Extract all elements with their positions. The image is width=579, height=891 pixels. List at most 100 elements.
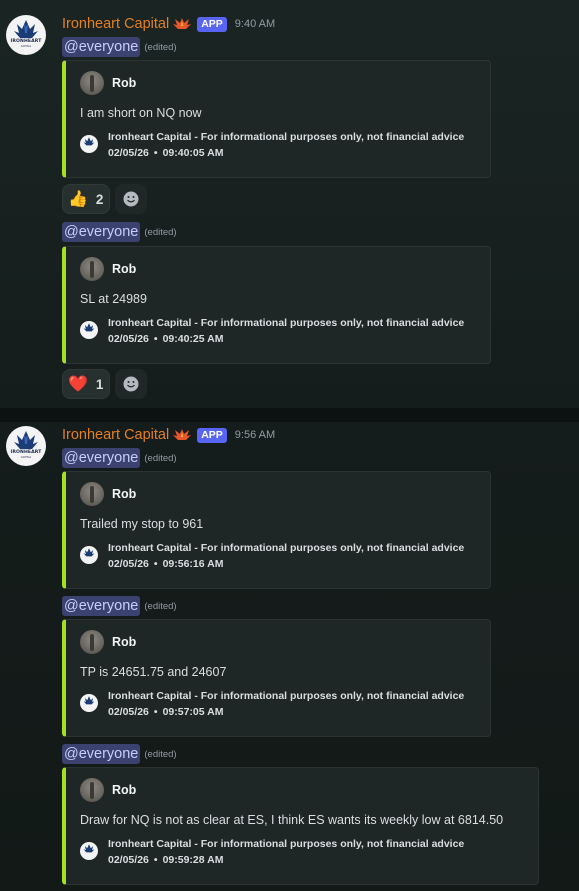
edited-label: (edited) <box>144 600 177 612</box>
message-divider <box>0 408 579 422</box>
author-name: Rob <box>112 76 137 90</box>
footer-logo-icon <box>80 842 98 860</box>
footer-dot: • <box>153 558 158 570</box>
embed-footer: Ironheart Capital - For informational pu… <box>108 540 464 572</box>
footer-text: Ironheart Capital - For informational pu… <box>108 838 465 850</box>
message: @everyone (edited) <box>62 447 177 469</box>
reaction-heart[interactable]: ❤️ 1 <box>62 369 111 399</box>
embed-description: TP is 24651.75 and 24607 <box>80 665 227 679</box>
footer-date: 02/05/26 <box>108 333 149 345</box>
smiley-icon <box>123 191 139 207</box>
footer-date: 02/05/26 <box>108 147 149 159</box>
message-header: Ironheart Capital APP 9:40 AM <box>62 13 275 35</box>
reactions-bar: ❤️ 1 <box>62 369 148 399</box>
edited-label: (edited) <box>144 452 177 464</box>
embed: Rob SL at 24989 Ironheart Capital - For … <box>62 246 491 364</box>
author-name: Rob <box>112 487 137 501</box>
embed-author: Rob <box>80 630 136 654</box>
footer-timestamp: 02/05/26 • 09:40:25 AM <box>108 331 464 347</box>
everyone-mention[interactable]: @everyone <box>62 37 141 57</box>
footer-text: Ironheart Capital - For informational pu… <box>108 690 465 702</box>
author-name: Rob <box>112 635 137 649</box>
message-timestamp[interactable]: 9:40 AM <box>235 18 275 30</box>
footer-timestamp: 02/05/26 • 09:40:05 AM <box>108 145 464 161</box>
embed-author: Rob <box>80 482 136 506</box>
app-tag: APP <box>197 16 227 32</box>
embed-footer: Ironheart Capital - For informational pu… <box>108 836 464 868</box>
message-group: IRONHEART CAPITAL Ironheart Capital APP … <box>0 423 579 891</box>
ironheart-capital-logo[interactable]: IRONHEART CAPITAL <box>6 15 46 55</box>
reaction-count: 1 <box>95 376 104 392</box>
reaction-thumbs-up[interactable]: 👍 2 <box>62 184 111 214</box>
app-name[interactable]: Ironheart Capital <box>62 427 169 443</box>
avatar-logo-text: IRONHEART <box>10 39 42 44</box>
author-avatar <box>80 257 104 281</box>
author-avatar <box>80 482 104 506</box>
footer-time: 09:40:25 AM <box>162 333 224 345</box>
footer-text: Ironheart Capital - For informational pu… <box>108 317 465 329</box>
footer-date: 02/05/26 <box>108 706 149 718</box>
edited-label: (edited) <box>144 748 177 760</box>
message: @everyone (edited) <box>62 595 177 617</box>
footer-dot: • <box>153 147 158 159</box>
everyone-mention[interactable]: @everyone <box>62 596 141 616</box>
author-avatar <box>80 630 104 654</box>
footer-logo-icon <box>80 546 98 564</box>
footer-dot: • <box>153 706 158 718</box>
embed-description: SL at 24989 <box>80 292 147 306</box>
footer-dot: • <box>153 854 158 866</box>
footer-timestamp: 02/05/26 • 09:57:05 AM <box>108 704 464 720</box>
thumbs-up-icon: 👍 <box>68 189 88 208</box>
edited-label: (edited) <box>144 41 177 53</box>
footer-logo-icon <box>80 321 98 339</box>
author-name: Rob <box>112 783 137 797</box>
add-reaction-button[interactable] <box>115 184 148 214</box>
author-name: Rob <box>112 262 137 276</box>
embed-footer: Ironheart Capital - For informational pu… <box>108 688 464 720</box>
embed: Rob Trailed my stop to 961 Ironheart Cap… <box>62 471 491 589</box>
footer-text: Ironheart Capital - For informational pu… <box>108 542 465 554</box>
smiley-icon <box>123 376 139 392</box>
footer-date: 02/05/26 <box>108 558 149 570</box>
avatar-logo-text: IRONHEART <box>10 450 42 455</box>
everyone-mention[interactable]: @everyone <box>62 448 141 468</box>
footer-timestamp: 02/05/26 • 09:59:28 AM <box>108 852 464 868</box>
footer-text: Ironheart Capital - For informational pu… <box>108 131 465 143</box>
footer-date: 02/05/26 <box>108 854 149 866</box>
message: @everyone (edited) <box>62 36 177 58</box>
footer-time: 09:40:05 AM <box>162 147 224 159</box>
everyone-mention[interactable]: @everyone <box>62 222 141 242</box>
footer-time: 09:56:16 AM <box>162 558 224 570</box>
message-timestamp[interactable]: 9:56 AM <box>235 429 275 441</box>
footer-logo-icon <box>80 135 98 153</box>
message-header: Ironheart Capital APP 9:56 AM <box>62 424 275 446</box>
edited-label: (edited) <box>144 226 177 238</box>
message-group: IRONHEART CAPITAL Ironheart Capital APP … <box>0 12 579 402</box>
embed-author: Rob <box>80 71 136 95</box>
message: @everyone (edited) <box>62 743 177 765</box>
footer-logo-icon <box>80 694 98 712</box>
reaction-count: 2 <box>95 191 104 207</box>
embed-description: Draw for NQ is not as clear at ES, I thi… <box>80 813 504 827</box>
embed-footer: Ironheart Capital - For informational pu… <box>108 315 464 347</box>
footer-time: 09:59:28 AM <box>162 854 224 866</box>
phoenix-icon <box>173 18 192 29</box>
everyone-mention[interactable]: @everyone <box>62 744 141 764</box>
author-avatar <box>80 778 104 802</box>
ironheart-capital-logo[interactable]: IRONHEART CAPITAL <box>6 426 46 466</box>
embed-author: Rob <box>80 257 136 281</box>
footer-timestamp: 02/05/26 • 09:56:16 AM <box>108 556 464 572</box>
message: @everyone (edited) <box>62 221 177 243</box>
embed: Rob TP is 24651.75 and 24607 Ironheart C… <box>62 619 491 737</box>
embed-footer: Ironheart Capital - For informational pu… <box>108 129 464 161</box>
app-name[interactable]: Ironheart Capital <box>62 16 169 32</box>
embed: Rob Draw for NQ is not as clear at ES, I… <box>62 767 539 885</box>
author-avatar <box>80 71 104 95</box>
avatar-logo-subtext: CAPITAL <box>20 45 32 48</box>
app-tag: APP <box>197 427 227 443</box>
footer-dot: • <box>153 333 158 345</box>
add-reaction-button[interactable] <box>115 369 148 399</box>
avatar-logo-subtext: CAPITAL <box>20 456 32 459</box>
embed-author: Rob <box>80 778 136 802</box>
embed-description: I am short on NQ now <box>80 106 202 120</box>
